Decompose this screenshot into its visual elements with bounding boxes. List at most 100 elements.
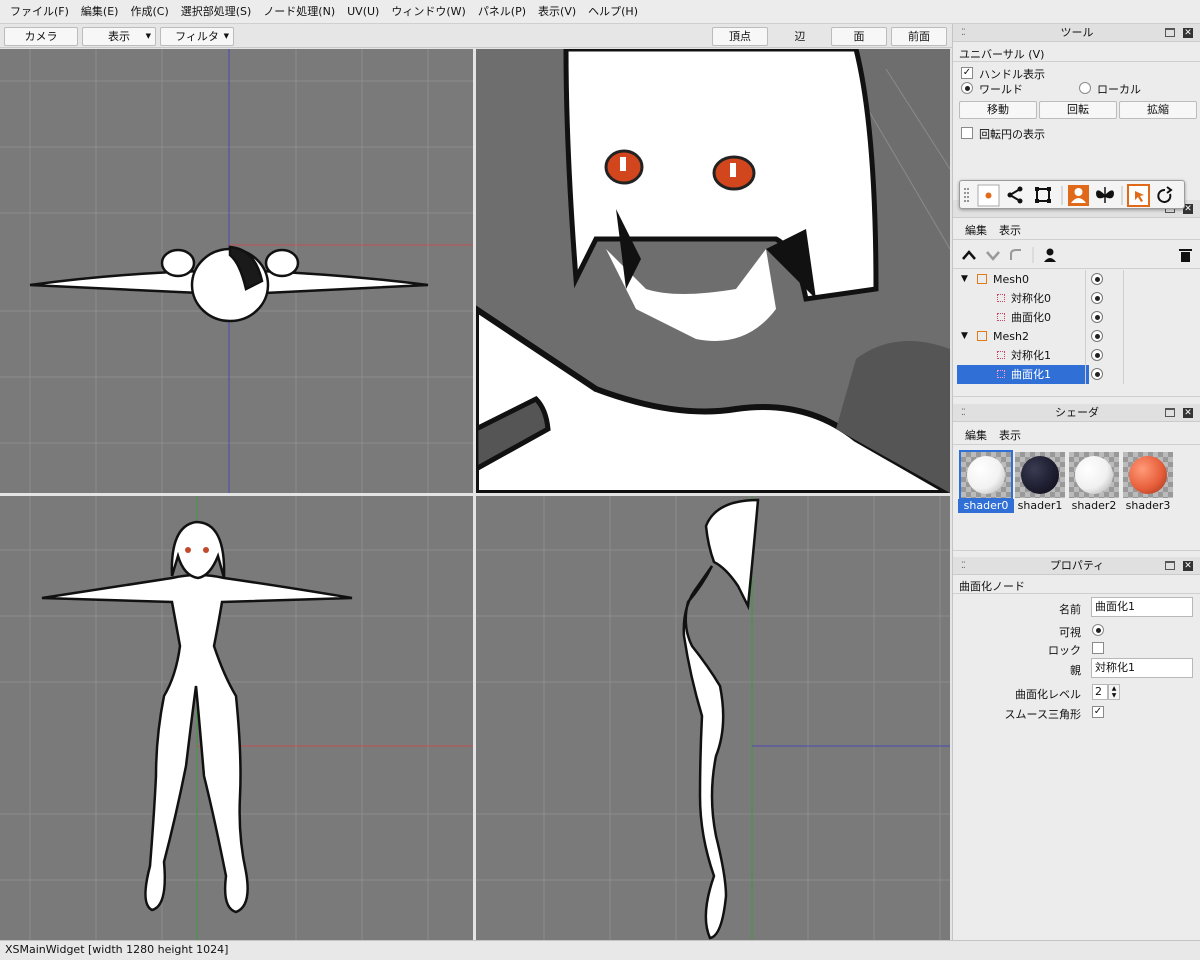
node-label: 曲面化1 [1011,368,1051,381]
property-panel-header[interactable]: ⁚⁚ プロパティ ✕ [953,557,1200,575]
subdiv-level-label: 曲面化レベル [1015,688,1081,701]
scale-button[interactable]: 拡縮 [1119,101,1197,119]
scale-label: 拡縮 [1147,103,1169,116]
visible-toggle[interactable] [1092,624,1104,636]
front-view-button[interactable]: 前面 [891,27,947,46]
drag-grip-icon[interactable]: ⁚⁚ [961,24,966,42]
menu-view[interactable]: 表示(V) [532,0,582,24]
visibility-toggle[interactable] [1091,292,1103,304]
modifier-node-icon [997,351,1005,359]
node-toolbar [962,247,1192,263]
float-panel-icon[interactable] [1165,408,1175,417]
shader-thumbnail [1015,452,1065,498]
subdiv-level-spinbox[interactable]: 2 [1092,684,1108,700]
visibility-toggle[interactable] [1091,273,1103,285]
face-mode-button[interactable]: 面 [831,27,887,46]
edge-mode-button[interactable]: 辺 [772,27,828,46]
shader-thumbnail [959,450,1013,500]
close-panel-icon[interactable]: ✕ [1183,408,1193,418]
menu-panel[interactable]: パネル(P) [472,0,532,24]
viewport-front[interactable] [0,496,473,940]
shader-item[interactable]: shader2 [1069,452,1119,512]
drag-grip-icon[interactable]: ⁚⁚ [961,557,966,575]
shader-item[interactable]: shader3 [1123,452,1173,512]
node-menu-edit[interactable]: 編集 [965,222,987,238]
column-divider [1085,308,1086,327]
close-panel-icon[interactable]: ✕ [1183,28,1193,38]
vertex-mode-button[interactable]: 頂点 [712,27,768,46]
visibility-toggle[interactable] [1091,349,1103,361]
shader-menu-view[interactable]: 表示 [999,427,1021,443]
status-text: XSMainWidget [width 1280 height 1024] [5,943,229,956]
float-panel-icon[interactable] [1165,28,1175,37]
move-up-icon [962,250,976,260]
tree-row-mesh2[interactable]: ▼ Mesh2 [953,327,1200,346]
node-label: Mesh2 [993,330,1029,343]
dropdown-arrow-icon: ▼ [223,32,229,40]
tree-row-symmetry1[interactable]: 対称化1 [953,346,1200,365]
node-label: 曲面化0 [1011,311,1051,324]
move-button[interactable]: 移動 [959,101,1037,119]
tool-panel-header[interactable]: ⁚⁚ ツール ✕ [953,24,1200,42]
symmetry-icon [1096,187,1114,203]
visibility-toggle[interactable] [1091,368,1103,380]
divider [953,61,1200,62]
smooth-triangle-checkbox[interactable]: ✓ [1092,706,1104,718]
menu-create[interactable]: 作成(C) [124,0,174,24]
viewport-toolbar: カメラ 表示 ▼ フィルタ ▼ 頂点 辺 面 前面 [0,24,952,48]
shader-item[interactable]: shader0 [958,450,1014,513]
tool-panel-title: ツール [1060,26,1094,39]
trash-icon [1179,249,1192,262]
menu-help[interactable]: ヘルプ(H) [582,0,644,24]
display-dropdown[interactable]: 表示 ▼ [82,27,156,46]
rotate-button[interactable]: 回転 [1039,101,1117,119]
rotate-circle-label: 回転円の表示 [979,128,1045,141]
viewport-perspective[interactable] [476,49,950,493]
shader-menu-edit[interactable]: 編集 [965,427,987,443]
property-panel-title: プロパティ [1049,559,1105,572]
menu-file[interactable]: ファイル(F) [4,0,75,24]
edge-label: 辺 [794,30,806,43]
tree-row-mesh0[interactable]: ▼ Mesh0 [953,270,1200,289]
shader-item[interactable]: shader1 [1015,452,1065,512]
column-divider [1085,270,1086,289]
handle-display-checkbox[interactable]: ✓ [961,67,973,79]
parent-field[interactable]: 対称化1 [1091,658,1193,678]
float-panel-icon[interactable] [1165,561,1175,570]
spinner-arrows-icon[interactable]: ▲ ▼ [1108,684,1120,700]
tree-row-symmetry0[interactable]: 対称化0 [953,289,1200,308]
rotate-label: 回転 [1067,103,1089,116]
palette-grip-icon [964,188,969,202]
divider [953,550,1200,551]
expand-arrow-icon[interactable]: ▼ [961,331,968,341]
shader-name: shader2 [1071,499,1117,512]
rotate-circle-checkbox[interactable] [961,127,973,139]
menu-node[interactable]: ノード処理(N) [257,0,341,24]
filter-dropdown[interactable]: フィルタ ▼ [160,27,234,46]
add-group-icon [1044,248,1056,262]
camera-button[interactable]: カメラ [4,27,78,46]
mesh-node-icon [977,331,987,341]
node-menu-view[interactable]: 表示 [999,222,1021,238]
visibility-toggle[interactable] [1091,311,1103,323]
shader-sphere [1075,456,1113,494]
expand-arrow-icon[interactable]: ▼ [961,274,968,284]
shader-panel-header[interactable]: ⁚⁚ シェーダ ✕ [953,404,1200,422]
viewport-top[interactable] [0,49,473,493]
drag-grip-icon[interactable]: ⁚⁚ [961,404,966,422]
menu-uv[interactable]: UV(U) [341,0,385,24]
tree-row-subdiv1-selected[interactable]: 曲面化1 [953,365,1200,384]
close-panel-icon[interactable]: ✕ [1183,561,1193,571]
local-radio[interactable] [1079,82,1091,94]
name-field[interactable]: 曲面化1 [1091,597,1193,617]
world-radio[interactable] [961,82,973,94]
menu-edit[interactable]: 編集(E) [75,0,125,24]
vertex-select-icon [977,184,1000,207]
viewport-side[interactable] [476,496,950,940]
menu-selection[interactable]: 選択部処理(S) [175,0,258,24]
menu-window[interactable]: ウィンドウ(W) [385,0,471,24]
lock-checkbox[interactable] [1092,642,1104,654]
status-bar: XSMainWidget [width 1280 height 1024] [0,940,1200,960]
visibility-toggle[interactable] [1091,330,1103,342]
tree-row-subdiv0[interactable]: 曲面化0 [953,308,1200,327]
